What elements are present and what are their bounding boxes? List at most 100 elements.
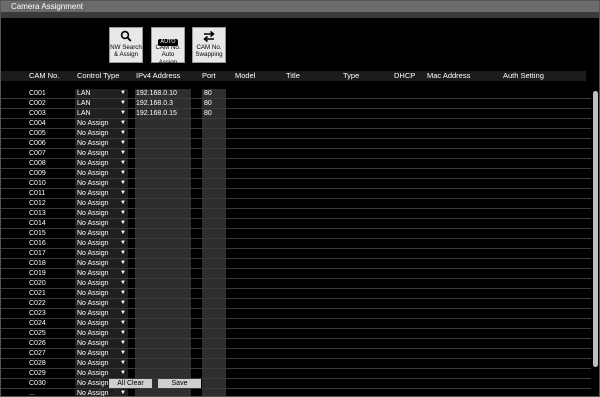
table-row[interactable]: C002 LAN ▼ 192.168.0.3 80: [1, 99, 591, 109]
port-field[interactable]: [202, 369, 226, 378]
control-type-select[interactable]: No Assign ▼: [75, 279, 128, 288]
ipv4-address-field[interactable]: [135, 349, 191, 358]
port-field[interactable]: [202, 199, 226, 208]
port-field[interactable]: [202, 169, 226, 178]
save-button[interactable]: Save: [158, 379, 201, 388]
port-field[interactable]: 80: [202, 109, 226, 118]
ipv4-address-field[interactable]: [135, 339, 191, 348]
table-row[interactable]: C030No Assign▼: [1, 379, 591, 389]
ipv4-address-field[interactable]: [135, 159, 191, 168]
ipv4-address-field[interactable]: [135, 119, 191, 128]
ipv4-address-field[interactable]: [135, 239, 191, 248]
port-field[interactable]: 80: [202, 89, 226, 98]
port-field[interactable]: [202, 319, 226, 328]
ipv4-address-field[interactable]: [135, 129, 191, 138]
table-row[interactable]: C011 No Assign ▼: [1, 189, 591, 199]
table-row[interactable]: C009 No Assign ▼: [1, 169, 591, 179]
port-field[interactable]: [202, 269, 226, 278]
port-field[interactable]: [202, 239, 226, 248]
ipv4-address-field[interactable]: [135, 279, 191, 288]
control-type-select[interactable]: No Assign ▼: [75, 189, 128, 198]
ipv4-address-field[interactable]: [135, 249, 191, 258]
control-type-select[interactable]: No Assign ▼: [75, 219, 128, 228]
port-field[interactable]: [202, 139, 226, 148]
port-field[interactable]: [202, 359, 226, 368]
table-row[interactable]: C014 No Assign ▼: [1, 219, 591, 229]
port-field[interactable]: [202, 219, 226, 228]
port-field[interactable]: [202, 179, 226, 188]
table-row[interactable]: C013 No Assign ▼: [1, 209, 591, 219]
control-type-select[interactable]: No Assign ▼: [75, 119, 128, 128]
table-row[interactable]: ... No Assign ▼: [1, 389, 591, 396]
ipv4-address-field[interactable]: [135, 189, 191, 198]
ipv4-address-field[interactable]: [135, 199, 191, 208]
vertical-scrollbar-thumb[interactable]: [593, 91, 598, 367]
table-row[interactable]: C001 LAN ▼ 192.168.0.10 80: [1, 89, 591, 99]
port-field[interactable]: [202, 189, 226, 198]
table-row[interactable]: C022 No Assign ▼: [1, 299, 591, 309]
control-type-select[interactable]: LAN ▼: [75, 109, 128, 118]
ipv4-address-field[interactable]: [135, 219, 191, 228]
ipv4-address-field[interactable]: [135, 169, 191, 178]
control-type-select[interactable]: LAN ▼: [75, 99, 128, 108]
table-row[interactable]: C025 No Assign ▼: [1, 329, 591, 339]
control-type-select[interactable]: No Assign ▼: [75, 349, 128, 358]
ipv4-address-field[interactable]: [135, 289, 191, 298]
control-type-select[interactable]: No Assign ▼: [75, 369, 128, 378]
port-field[interactable]: [202, 289, 226, 298]
port-field[interactable]: [202, 299, 226, 308]
table-row[interactable]: C012 No Assign ▼: [1, 199, 591, 209]
table-row[interactable]: C010 No Assign ▼: [1, 179, 591, 189]
table-row[interactable]: C006 No Assign ▼: [1, 139, 591, 149]
port-field[interactable]: [202, 209, 226, 218]
ipv4-address-field[interactable]: [135, 329, 191, 338]
ipv4-address-field[interactable]: 192.168.0.10: [135, 89, 191, 98]
ipv4-address-field[interactable]: 192.168.0.15: [135, 109, 191, 118]
control-type-select[interactable]: No Assign ▼: [75, 319, 128, 328]
table-row[interactable]: C015 No Assign ▼: [1, 229, 591, 239]
control-type-select[interactable]: No Assign ▼: [75, 389, 128, 396]
control-type-select[interactable]: No Assign ▼: [75, 359, 128, 368]
port-field[interactable]: [202, 339, 226, 348]
nw-search-assign-button[interactable]: NW Search & Assign: [109, 27, 143, 63]
port-field[interactable]: [202, 149, 226, 158]
control-type-select[interactable]: No Assign ▼: [75, 239, 128, 248]
control-type-select[interactable]: LAN ▼: [75, 89, 128, 98]
control-type-select[interactable]: No Assign ▼: [75, 339, 128, 348]
port-field[interactable]: [202, 159, 226, 168]
table-row[interactable]: C023 No Assign ▼: [1, 309, 591, 319]
cam-no-auto-assign-button[interactable]: AUTO CAM No. Auto Assign: [151, 27, 185, 66]
table-row[interactable]: C017 No Assign ▼: [1, 249, 591, 259]
control-type-select[interactable]: No Assign ▼: [75, 139, 128, 148]
control-type-select[interactable]: No Assign ▼: [75, 309, 128, 318]
table-row[interactable]: C028 No Assign ▼: [1, 359, 591, 369]
table-row[interactable]: C008 No Assign ▼: [1, 159, 591, 169]
control-type-select[interactable]: No Assign ▼: [75, 129, 128, 138]
ipv4-address-field[interactable]: [135, 389, 191, 396]
ipv4-address-field[interactable]: [135, 139, 191, 148]
ipv4-address-field[interactable]: [135, 309, 191, 318]
table-row[interactable]: C003 LAN ▼ 192.168.0.15 80: [1, 109, 591, 119]
control-type-select[interactable]: No Assign ▼: [75, 329, 128, 338]
port-field[interactable]: [202, 389, 226, 396]
control-type-select[interactable]: No Assign ▼: [75, 159, 128, 168]
all-clear-button[interactable]: All Clear: [109, 379, 152, 388]
port-field[interactable]: [202, 279, 226, 288]
ipv4-address-field[interactable]: [135, 179, 191, 188]
table-row[interactable]: C029 No Assign ▼: [1, 369, 591, 379]
ipv4-address-field[interactable]: [135, 369, 191, 378]
control-type-select[interactable]: No Assign ▼: [75, 179, 128, 188]
table-row[interactable]: C007 No Assign ▼: [1, 149, 591, 159]
port-field[interactable]: [202, 349, 226, 358]
control-type-select[interactable]: No Assign ▼: [75, 209, 128, 218]
port-field[interactable]: [202, 259, 226, 268]
control-type-select[interactable]: No Assign ▼: [75, 259, 128, 268]
table-row[interactable]: C026 No Assign ▼: [1, 339, 591, 349]
port-field[interactable]: [202, 129, 226, 138]
table-row[interactable]: C005 No Assign ▼: [1, 129, 591, 139]
control-type-select[interactable]: No Assign ▼: [75, 249, 128, 258]
port-field[interactable]: [202, 249, 226, 258]
table-row[interactable]: C021 No Assign ▼: [1, 289, 591, 299]
control-type-select[interactable]: No Assign ▼: [75, 149, 128, 158]
ipv4-address-field[interactable]: [135, 209, 191, 218]
